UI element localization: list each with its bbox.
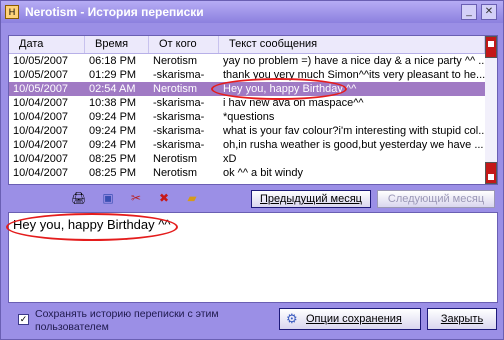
- save-options-button[interactable]: ⚙ Опции сохранения: [279, 308, 421, 330]
- cell-date: 10/04/2007: [13, 125, 69, 137]
- table-row[interactable]: 10/04/2007 08:25 PM Nerotism ok ^^ a bit…: [9, 166, 485, 180]
- table-row[interactable]: 10/05/2007 06:18 PM Nerotism yay no prob…: [9, 54, 485, 68]
- cell-date: 10/04/2007: [13, 153, 69, 165]
- cell-date: 10/04/2007: [13, 167, 69, 179]
- cell-date: 10/05/2007: [13, 83, 69, 95]
- cell-text: *questions: [223, 111, 275, 123]
- message-preview[interactable]: Hey you, happy Birthday ^^: [8, 212, 498, 303]
- list-header: Дата Время От кого Текст сообщения: [9, 36, 485, 54]
- delete-icon[interactable]: ✖: [157, 191, 171, 205]
- chat-history-window: H Nerotism - История переписки _ ✕ Дата …: [0, 0, 504, 340]
- cell-text: what is your fav colour?i'm interesting …: [223, 125, 485, 137]
- cell-text: i hav new ava on maspace^^: [223, 97, 364, 109]
- message-list[interactable]: Дата Время От кого Текст сообщения 10/05…: [8, 35, 498, 185]
- print-icon[interactable]: 🖨: [71, 191, 86, 205]
- cell-text: thank you very much Simon^^its very plea…: [223, 69, 485, 81]
- cell-time: 08:25 PM: [89, 167, 137, 179]
- column-header-date[interactable]: Дата: [9, 36, 85, 53]
- cell-from: Nerotism: [153, 55, 198, 67]
- vertical-scrollbar[interactable]: [485, 36, 497, 184]
- table-row[interactable]: 10/04/2007 08:25 PM Nerotism xD: [9, 152, 485, 166]
- cell-date: 10/04/2007: [13, 97, 69, 109]
- cell-time: 08:25 PM: [89, 153, 137, 165]
- save-options-label: Опции сохранения: [306, 313, 402, 325]
- cell-date: 10/04/2007: [13, 139, 69, 151]
- table-row[interactable]: 10/04/2007 10:38 PM -skarisma- i hav new…: [9, 96, 485, 110]
- scroll-down-icon[interactable]: [485, 162, 497, 184]
- cell-time: 06:18 PM: [89, 55, 137, 67]
- cell-text: ok ^^ a bit windy: [223, 167, 304, 179]
- cell-from: -skarisma-: [153, 97, 205, 109]
- close-window-button[interactable]: ✕: [481, 4, 497, 20]
- cell-date: 10/04/2007: [13, 111, 69, 123]
- cell-from: Nerotism: [153, 167, 198, 179]
- cell-time: 02:54 AM: [89, 83, 136, 95]
- cell-date: 10/05/2007: [13, 55, 69, 67]
- cell-from: -skarisma-: [153, 139, 205, 151]
- table-row[interactable]: 10/05/2007 01:29 PM -skarisma- thank you…: [9, 68, 485, 82]
- cell-from: Nerotism: [153, 153, 198, 165]
- table-row[interactable]: 10/04/2007 09:24 PM -skarisma- what is y…: [9, 124, 485, 138]
- cut-icon[interactable]: ✂: [129, 191, 143, 205]
- window-title: Nerotism - История переписки: [25, 5, 204, 19]
- app-icon: H: [5, 5, 19, 19]
- column-header-text[interactable]: Текст сообщения: [219, 36, 485, 53]
- save-history-checkbox[interactable]: ✓: [18, 314, 29, 325]
- cell-from: -skarisma-: [153, 111, 205, 123]
- table-row[interactable]: 10/04/2007 09:24 PM -skarisma- *question…: [9, 110, 485, 124]
- title-bar[interactable]: H Nerotism - История переписки _ ✕: [1, 1, 503, 23]
- scroll-up-icon[interactable]: [485, 36, 497, 58]
- cell-time: 09:24 PM: [89, 139, 137, 151]
- cell-from: Nerotism: [153, 83, 198, 95]
- next-month-button[interactable]: Следующий месяц: [377, 190, 495, 208]
- minimize-button[interactable]: _: [461, 4, 477, 20]
- cell-from: -skarisma-: [153, 69, 205, 81]
- settings-icon: ⚙: [286, 311, 298, 326]
- cell-text: Hey you, happy Birthday ^^: [223, 83, 357, 95]
- cell-text: oh,in rusha weather is good,but yesterda…: [223, 139, 484, 151]
- cell-date: 10/05/2007: [13, 69, 69, 81]
- close-button[interactable]: Закрыть: [427, 308, 497, 330]
- cell-from: -skarisma-: [153, 125, 205, 137]
- column-header-from[interactable]: От кого: [149, 36, 219, 53]
- open-folder-icon[interactable]: ▰: [185, 191, 199, 205]
- message-preview-text: Hey you, happy Birthday ^^: [13, 217, 171, 232]
- cell-time: 01:29 PM: [89, 69, 137, 81]
- cell-time: 09:24 PM: [89, 125, 137, 137]
- cell-time: 09:24 PM: [89, 111, 137, 123]
- table-row-selected[interactable]: 10/05/2007 02:54 AM Nerotism Hey you, ha…: [9, 82, 485, 96]
- cell-time: 10:38 PM: [89, 97, 137, 109]
- save-icon[interactable]: ▣: [101, 191, 115, 205]
- cell-text: yay no problem =) have a nice day & a ni…: [223, 55, 485, 67]
- save-history-label: Сохранять историю переписки с этим польз…: [35, 308, 219, 333]
- prev-month-button[interactable]: Предыдущий месяц: [251, 190, 371, 208]
- table-row[interactable]: 10/04/2007 09:24 PM -skarisma- oh,in rus…: [9, 138, 485, 152]
- cell-text: xD: [223, 153, 237, 165]
- column-header-time[interactable]: Время: [85, 36, 149, 53]
